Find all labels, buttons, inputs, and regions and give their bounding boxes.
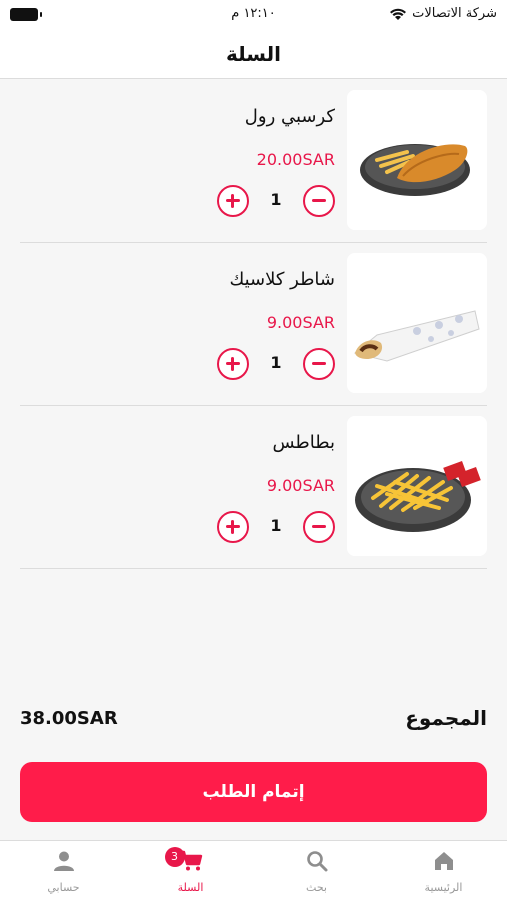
- decrease-button[interactable]: [303, 511, 335, 543]
- cart-item: شاطر كلاسيك 9.00SAR 1: [20, 243, 487, 406]
- quantity-stepper: 1: [217, 184, 335, 218]
- tab-search[interactable]: بحث: [253, 841, 380, 900]
- order-total: المجموع 38.00SAR: [20, 700, 487, 740]
- increase-button[interactable]: [217, 185, 249, 217]
- plus-icon-vertical: [231, 520, 234, 534]
- quantity-value: 1: [270, 190, 282, 209]
- cart-list: كرسبي رول 20.00SAR 1 شاطر كلاسيك 9.00SAR…: [0, 80, 507, 569]
- minus-icon: [312, 525, 326, 528]
- product-name: شاطر كلاسيك: [229, 269, 335, 290]
- tab-label: السلة: [177, 881, 204, 894]
- bottom-tab-bar: الرئيسية بحث 3 السلة حسابي: [0, 840, 507, 900]
- minus-icon: [312, 362, 326, 365]
- product-name: كرسبي رول: [244, 106, 335, 127]
- minus-icon: [312, 199, 326, 202]
- crispy-roll-plate-icon: [347, 90, 487, 230]
- total-label: المجموع: [405, 706, 487, 730]
- tab-label: بحث: [306, 881, 327, 894]
- quantity-value: 1: [270, 516, 282, 535]
- plus-icon-vertical: [231, 357, 234, 371]
- product-image: [347, 416, 487, 556]
- quantity-value: 1: [270, 353, 282, 372]
- product-price: 9.00SAR: [266, 313, 335, 332]
- status-bar: شركة الاتصالات ١٢:١٠ م: [0, 0, 507, 30]
- page-title: السلة: [225, 42, 281, 66]
- quantity-stepper: 1: [217, 347, 335, 381]
- product-image: [347, 253, 487, 393]
- cart-item: بطاطس 9.00SAR 1: [20, 406, 487, 569]
- cart-count-badge: 3: [164, 847, 185, 867]
- product-name: بطاطس: [272, 432, 335, 453]
- search-icon: [306, 851, 327, 872]
- clock: ١٢:١٠ م: [231, 6, 276, 21]
- fries-plate-icon: [347, 416, 487, 556]
- checkout-button[interactable]: إتمام الطلب: [20, 762, 487, 822]
- plus-icon-vertical: [231, 194, 234, 208]
- user-icon: [53, 851, 74, 871]
- battery-icon: [10, 8, 42, 21]
- product-price: 9.00SAR: [266, 476, 335, 495]
- quantity-stepper: 1: [217, 510, 335, 544]
- increase-button[interactable]: [217, 511, 249, 543]
- total-amount: 38.00SAR: [20, 708, 118, 729]
- tab-label: حسابي: [47, 881, 80, 894]
- wrap-sandwich-icon: [347, 253, 487, 393]
- decrease-button[interactable]: [303, 185, 335, 217]
- cart-item: كرسبي رول 20.00SAR 1: [20, 80, 487, 243]
- tab-cart[interactable]: 3 السلة: [127, 841, 254, 900]
- decrease-button[interactable]: [303, 348, 335, 380]
- product-price: 20.00SAR: [256, 150, 335, 169]
- product-image: [347, 90, 487, 230]
- increase-button[interactable]: [217, 348, 249, 380]
- tab-label: الرئيسية: [424, 881, 463, 894]
- tab-home[interactable]: الرئيسية: [380, 841, 507, 900]
- home-icon: [434, 852, 453, 870]
- tab-account[interactable]: حسابي: [0, 841, 127, 900]
- page-header: السلة: [0, 30, 507, 79]
